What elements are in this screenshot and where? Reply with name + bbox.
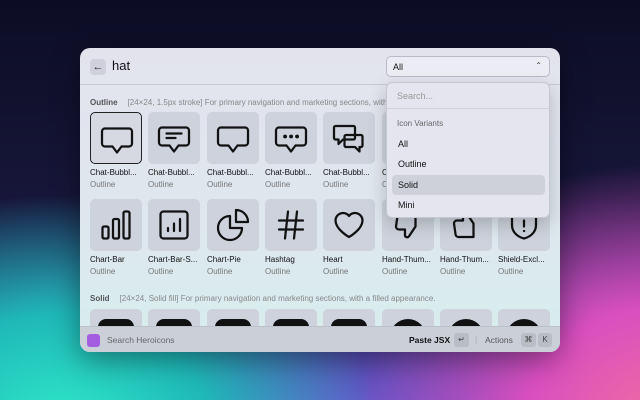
filter-value: All [393, 62, 404, 72]
icon-variant: Outline [207, 180, 233, 189]
icon-variant: Outline [148, 267, 174, 276]
heart-icon [334, 211, 364, 239]
option-all[interactable]: All [392, 134, 545, 154]
actions-button[interactable]: Actions [485, 335, 513, 345]
icon-name: Chat-Bubbl... [323, 168, 370, 177]
icon-name: Hand-Thum... [382, 255, 431, 264]
enter-key: ↵ [454, 333, 469, 347]
icon-variant: Outline [323, 267, 349, 276]
option-solid[interactable]: Solid [392, 175, 545, 195]
hashtag-icon [277, 210, 305, 240]
variant-dropdown: Search... Icon Variants All Outline Soli… [386, 82, 550, 218]
icon-tile[interactable] [323, 199, 375, 251]
icon-variant: Outline [382, 267, 408, 276]
icon-tile[interactable] [265, 112, 317, 164]
icon-tile[interactable] [265, 199, 317, 251]
header: ← hat All ⌃ [80, 48, 560, 85]
chat-bubble-oval-left-icon [100, 127, 134, 154]
heroicons-logo-icon [87, 334, 100, 347]
chart-pie-icon [216, 208, 250, 242]
paste-jsx-button[interactable]: Paste JSX [409, 335, 450, 345]
solid-section-header: Solid [24×24, Solid fill] For primary nav… [90, 294, 436, 303]
section-title: Outline [90, 98, 118, 107]
dropdown-search-input[interactable]: Search... [387, 83, 549, 109]
icon-tile[interactable] [323, 112, 375, 164]
icon-tile[interactable] [148, 112, 200, 164]
icon-tile[interactable] [207, 199, 259, 251]
icon-name: Chart-Pie [207, 255, 241, 264]
chevron-up-icon: ⌃ [535, 61, 542, 70]
chart-bar-square-icon [159, 210, 189, 240]
chat-bubble-bottom-center-icon [216, 126, 250, 153]
icon-name: Shield-Excl... [498, 255, 545, 264]
icon-name: Chart-Bar-S... [148, 255, 198, 264]
icon-variant: Outline [90, 267, 116, 276]
icon-name: Chart-Bar [90, 255, 125, 264]
icon-variant: Outline [207, 267, 233, 276]
back-button[interactable]: ← [90, 59, 106, 75]
icon-variant: Outline [323, 180, 349, 189]
chat-bubble-bottom-center-text-icon [157, 126, 191, 153]
icon-tile[interactable] [207, 112, 259, 164]
k-key: K [538, 333, 552, 347]
icon-name: Chat-Bubbl... [207, 168, 254, 177]
icon-name: Heart [323, 255, 343, 264]
icon-name: Hashtag [265, 255, 295, 264]
icon-name: Chat-Bubbl... [90, 168, 137, 177]
search-input[interactable]: hat [112, 58, 130, 73]
chat-bubble-left-right-icon [332, 124, 364, 153]
variant-filter-select[interactable]: All ⌃ [386, 56, 550, 77]
section-desc: [24×24, Solid fill] For primary navigati… [119, 294, 436, 303]
cmd-key: ⌘ [521, 333, 536, 347]
footer-title: Search Heroicons [107, 335, 175, 345]
icon-name: Hand-Thum... [440, 255, 489, 264]
icon-tile[interactable] [90, 199, 142, 251]
action-bar: Search Heroicons Paste JSX ↵ | Actions ⌘… [80, 326, 560, 352]
icon-variant: Outline [265, 180, 291, 189]
icon-name: Chat-Bubbl... [265, 168, 312, 177]
icon-variant: Outline [265, 267, 291, 276]
chart-bar-icon [101, 210, 131, 240]
icon-tile[interactable] [148, 199, 200, 251]
icon-variant: Outline [440, 267, 466, 276]
dropdown-group-label: Icon Variants [397, 119, 444, 128]
chat-bubble-ellipsis-icon [274, 126, 308, 153]
icon-variant: Outline [148, 180, 174, 189]
icon-variant: Outline [90, 180, 116, 189]
icon-name: Chat-Bubbl... [148, 168, 195, 177]
option-mini[interactable]: Mini [392, 195, 545, 215]
option-outline[interactable]: Outline [392, 154, 545, 174]
icon-tile[interactable] [90, 112, 142, 164]
section-title: Solid [90, 294, 110, 303]
icon-variant: Outline [498, 267, 524, 276]
divider: | [475, 334, 478, 344]
